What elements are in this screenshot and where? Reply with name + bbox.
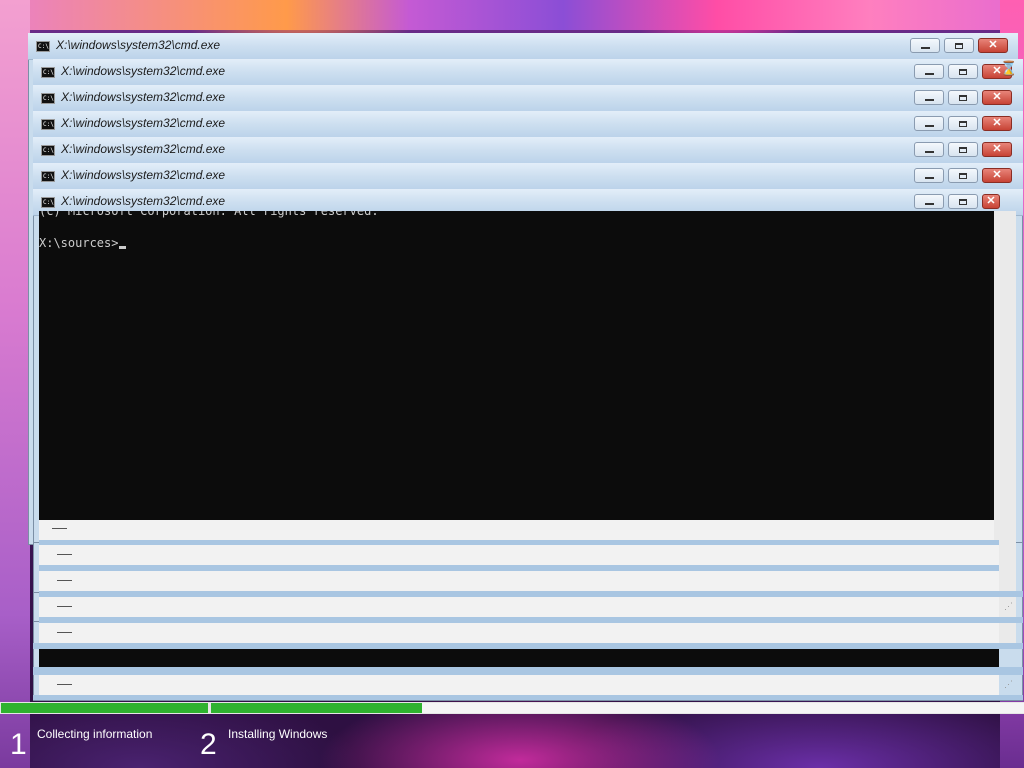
console-copyright-line: (c) Microsoft Corporation. All rights re… <box>39 211 379 218</box>
dash-mark <box>57 554 72 555</box>
minimize-button[interactable] <box>914 168 944 183</box>
minimize-button[interactable] <box>914 90 944 105</box>
cmd-icon: C:\ <box>41 119 55 130</box>
close-icon: ✕ <box>992 143 1002 155</box>
title-bar[interactable]: C:\ X:\windows\system32\cmd.exe ✕ <box>33 137 1023 164</box>
window-title: X:\windows\system32\cmd.exe <box>61 116 226 130</box>
wallpaper-top-band <box>0 0 1024 30</box>
title-bar[interactable]: C:\ X:\windows\system32\cmd.exe ✕ <box>33 59 1023 86</box>
window-bottom-strip-3 <box>39 571 999 591</box>
resize-grip-icon[interactable]: ⋰ <box>1004 602 1013 611</box>
window-bottom-strip-1 <box>39 520 994 540</box>
minimize-icon <box>924 203 934 205</box>
cmd-icon: C:\ <box>41 145 55 156</box>
window-bottom-strip-5 <box>39 623 999 643</box>
close-button[interactable]: ✕ <box>982 116 1012 131</box>
hourglass-icon: ⌛ <box>1000 60 1018 76</box>
close-button[interactable]: ✕ <box>978 38 1008 53</box>
step-number: 2 <box>200 728 217 761</box>
console-strip <box>39 649 999 667</box>
step-label: Installing Windows <box>228 727 328 741</box>
maximize-button[interactable] <box>948 116 978 131</box>
title-bar[interactable]: C:\ X:\windows\system32\cmd.exe ✕ <box>33 163 1023 190</box>
console-prompt-line: X:\sources> <box>39 235 127 251</box>
minimize-icon <box>924 99 934 101</box>
cmd-icon: C:\ <box>41 93 55 104</box>
minimize-icon <box>924 151 934 153</box>
maximize-icon <box>959 172 967 179</box>
minimize-button[interactable] <box>910 38 940 53</box>
window-border <box>33 695 1023 700</box>
title-bar[interactable]: C:\ X:\windows\system32\cmd.exe ✕ <box>33 111 1023 138</box>
minimize-button[interactable] <box>914 64 944 79</box>
cmd-icon: C:\ <box>41 197 55 208</box>
console-output[interactable]: (c) Microsoft Corporation. All rights re… <box>39 211 994 520</box>
cmd-icon: C:\ <box>41 67 55 78</box>
resize-grip-icon[interactable]: ⋰ <box>1004 680 1013 689</box>
wallpaper-left-band <box>0 0 30 768</box>
console-prompt: X:\sources> <box>39 236 119 250</box>
minimize-icon <box>924 177 934 179</box>
maximize-button[interactable] <box>948 90 978 105</box>
close-button[interactable]: ✕ <box>982 90 1012 105</box>
minimize-icon <box>924 125 934 127</box>
close-icon: ✕ <box>988 39 998 51</box>
window-title: X:\windows\system32\cmd.exe <box>61 142 226 156</box>
step-1-progress-fill <box>1 703 208 713</box>
maximize-icon <box>959 68 967 75</box>
maximize-icon <box>959 198 967 205</box>
cmd-icon: C:\ <box>41 171 55 182</box>
text-cursor <box>119 246 127 249</box>
close-button[interactable]: ✕ <box>982 194 1000 209</box>
maximize-button[interactable] <box>948 64 978 79</box>
dash-mark <box>57 632 72 633</box>
window-border <box>33 667 1023 675</box>
maximize-icon <box>959 120 967 127</box>
minimize-icon <box>920 47 930 49</box>
minimize-button[interactable] <box>914 142 944 157</box>
step-label: Collecting information <box>37 727 153 741</box>
dash-mark <box>57 580 72 581</box>
close-button[interactable]: ✕ <box>982 168 1012 183</box>
maximize-button[interactable] <box>944 38 974 53</box>
maximize-icon <box>959 146 967 153</box>
window-title: X:\windows\system32\cmd.exe <box>61 168 226 182</box>
step-2-progress-fill <box>211 703 422 713</box>
maximize-icon <box>955 42 963 49</box>
dash-mark <box>57 606 72 607</box>
window-bottom-strip-6 <box>39 675 999 695</box>
close-icon: ✕ <box>986 195 996 207</box>
maximize-button[interactable] <box>948 142 978 157</box>
dash-mark <box>57 684 72 685</box>
window-title: X:\windows\system32\cmd.exe <box>61 90 226 104</box>
maximize-button[interactable] <box>948 194 978 209</box>
step-number: 1 <box>10 728 27 761</box>
title-bar[interactable]: C:\ X:\windows\system32\cmd.exe ✕ <box>28 33 1018 60</box>
close-icon: ✕ <box>992 169 1002 181</box>
window-bottom-strip-4 <box>39 597 999 617</box>
close-button[interactable]: ✕ <box>982 142 1012 157</box>
maximize-button[interactable] <box>948 168 978 183</box>
window-title: X:\windows\system32\cmd.exe <box>61 64 226 78</box>
window-bottom-strip-2 <box>39 545 999 565</box>
minimize-icon <box>924 73 934 75</box>
window-title: X:\windows\system32\cmd.exe <box>56 38 221 52</box>
title-bar[interactable]: C:\ X:\windows\system32\cmd.exe ✕ <box>33 85 1023 112</box>
cmd-icon: C:\ <box>36 41 50 52</box>
close-icon: ✕ <box>992 91 1002 103</box>
minimize-button[interactable] <box>914 194 944 209</box>
close-icon: ✕ <box>992 117 1002 129</box>
window-title: X:\windows\system32\cmd.exe <box>61 194 226 208</box>
maximize-icon <box>959 94 967 101</box>
dash-mark <box>52 528 67 529</box>
minimize-button[interactable] <box>914 116 944 131</box>
